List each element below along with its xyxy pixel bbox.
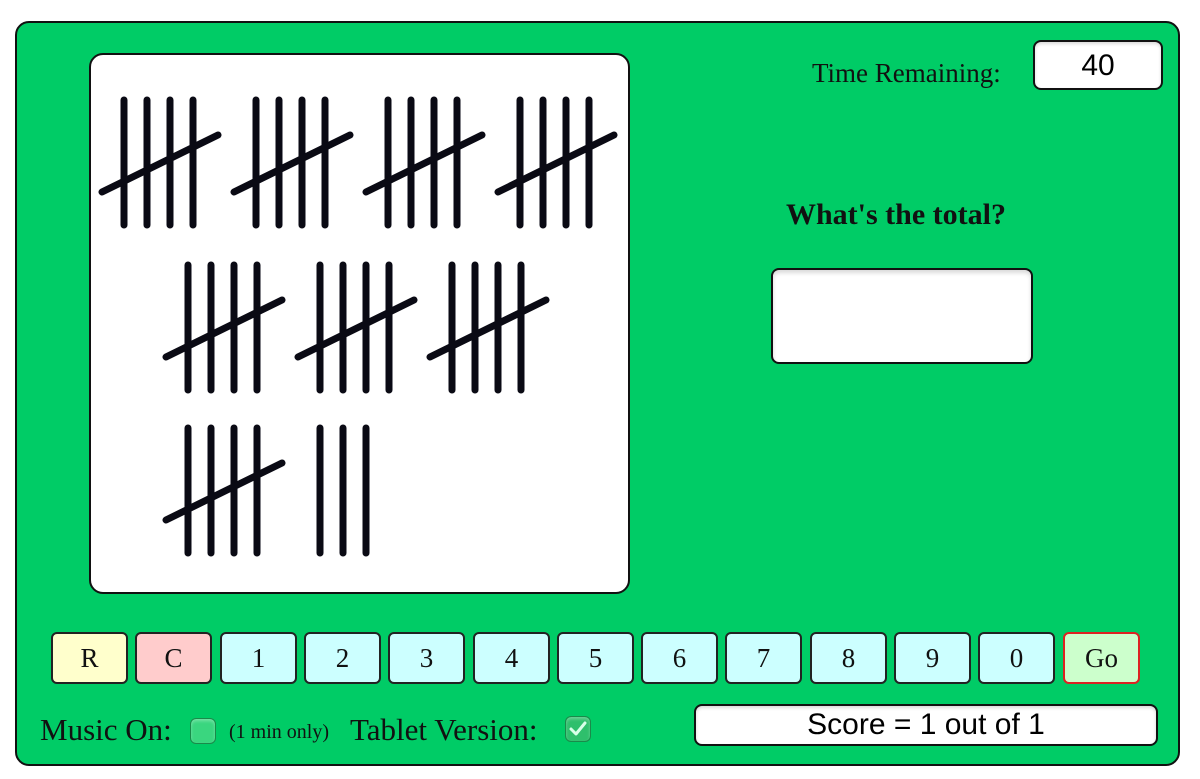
key-7[interactable]: 7 xyxy=(725,632,802,684)
time-remaining-label: Time Remaining: xyxy=(812,58,1001,88)
question-text: What's the total? xyxy=(786,198,1006,231)
key-8[interactable]: 8 xyxy=(810,632,887,684)
key-2[interactable]: 2 xyxy=(304,632,381,684)
go-button[interactable]: Go xyxy=(1063,632,1140,684)
music-checkbox[interactable] xyxy=(190,718,216,744)
score-display: Score = 1 out of 1 xyxy=(694,704,1158,746)
tally-board xyxy=(89,53,630,594)
reset-button[interactable]: R xyxy=(51,632,128,684)
key-6[interactable]: 6 xyxy=(641,632,718,684)
key-1[interactable]: 1 xyxy=(220,632,297,684)
music-note: (1 min only) xyxy=(229,721,329,743)
tablet-version-label: Tablet Version: xyxy=(350,712,538,747)
tally-strike xyxy=(162,296,286,361)
tally-strike xyxy=(162,459,286,524)
clear-button[interactable]: C xyxy=(135,632,212,684)
tally-strike xyxy=(362,131,486,196)
key-0[interactable]: 0 xyxy=(978,632,1055,684)
key-3[interactable]: 3 xyxy=(388,632,465,684)
tablet-version-checkbox[interactable] xyxy=(565,716,591,742)
key-5[interactable]: 5 xyxy=(557,632,634,684)
time-remaining-value: 40 xyxy=(1033,40,1163,90)
tally-strike xyxy=(426,296,550,361)
answer-input[interactable] xyxy=(771,268,1033,364)
checkmark-icon xyxy=(569,721,587,736)
tally-strike xyxy=(98,131,222,196)
key-4[interactable]: 4 xyxy=(473,632,550,684)
tally-marks xyxy=(98,96,618,557)
tally-strike xyxy=(230,131,354,196)
key-9[interactable]: 9 xyxy=(894,632,971,684)
tally-strike xyxy=(294,296,418,361)
music-on-label: Music On: xyxy=(40,712,172,747)
tally-strike xyxy=(494,131,618,196)
